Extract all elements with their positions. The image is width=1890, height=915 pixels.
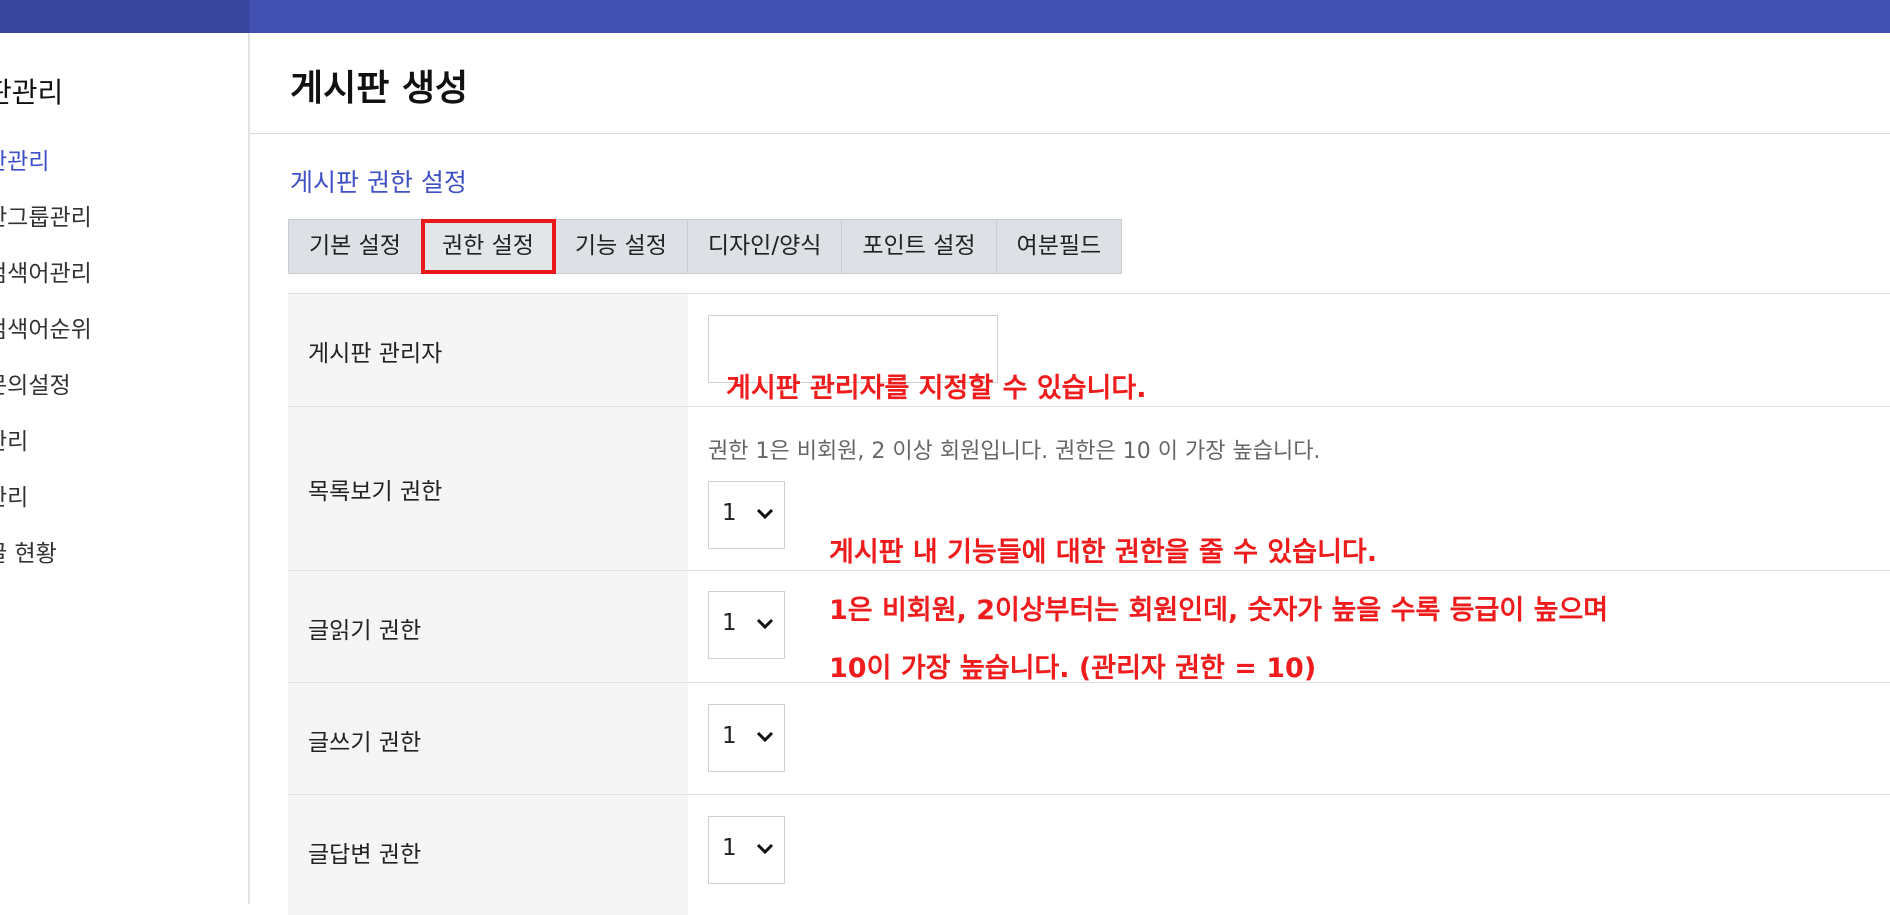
read-permission-select[interactable]: 1 [708,591,785,659]
chevron-down-icon [756,508,774,520]
reply-permission-label: 글답변 권한 [308,842,422,868]
annotation-admin-note: 게시판 관리자를 지정할 수 있습니다. [726,373,1147,404]
tab-permission-settings[interactable]: 권한 설정 [420,219,556,274]
sidebar-item-post-status[interactable]: 글 현황 [0,534,57,568]
settings-tabs: 기본 설정 권한 설정 기능 설정 디자인/양식 포인트 설정 여분필드 [288,219,1123,274]
page-title: 게시판 생성 [290,68,469,109]
tab-basic-settings[interactable]: 기본 설정 [289,220,422,273]
main-content: 게시판 생성 게시판 권한 설정 기본 설정 권한 설정 기능 설정 디자인/양… [250,33,1890,915]
annotation-permission-line-2: 1은 비회원, 2이상부터는 회원인데, 숫자가 높을 수록 등급이 높으며 [829,595,1609,626]
select-value: 1 [722,610,737,636]
chevron-down-icon [756,731,774,743]
row-header: 글읽기 권한 [288,571,688,682]
chevron-down-icon [756,618,774,630]
chevron-down-icon [756,843,774,855]
write-permission-select[interactable]: 1 [708,704,785,772]
sidebar: 판관리 판관리 판그룹관리 검색어관리 검색어순위 문의설정 관리 관리 글 현… [0,33,250,904]
row-header: 글답변 권한 [288,795,688,915]
sidebar-item-management-7[interactable]: 관리 [0,478,28,512]
row-header: 게시판 관리자 [288,294,688,406]
select-value: 1 [722,835,737,861]
annotation-permission-line-1: 게시판 내 기능들에 대한 권한을 줄 수 있습니다. [829,537,1378,568]
sidebar-item-search-term-management[interactable]: 검색어관리 [0,254,92,288]
write-permission-row: 글쓰기 권한 1 [288,682,1890,794]
sidebar-title: 판관리 [0,76,64,109]
list-permission-select[interactable]: 1 [708,481,785,549]
sidebar-item-board-group-management[interactable]: 판그룹관리 [0,198,92,232]
row-header: 목록보기 권한 [288,407,688,570]
reply-permission-select[interactable]: 1 [708,816,785,884]
read-permission-label: 글읽기 권한 [308,618,422,644]
list-permission-label: 목록보기 권한 [308,479,443,505]
tab-design-format[interactable]: 디자인/양식 [688,220,843,273]
tab-extra-fields[interactable]: 여분필드 [997,220,1122,273]
annotation-permission-line-3: 10이 가장 높습니다. (관리자 권한 = 10) [829,653,1317,684]
permission-help-text: 권한 1은 비회원, 2 이상 회원입니다. 권한은 10 이 가장 높습니다. [708,439,1321,464]
tab-feature-settings[interactable]: 기능 설정 [555,220,688,273]
row-header: 글쓰기 권한 [288,683,688,794]
row-body: 1 [688,683,1890,794]
sidebar-item-inquiry-settings[interactable]: 문의설정 [0,366,71,400]
tab-point-settings[interactable]: 포인트 설정 [842,220,997,273]
title-divider [250,133,1890,134]
write-permission-label: 글쓰기 권한 [308,730,422,756]
row-body: 1 [688,795,1890,915]
top-bar [0,0,1890,33]
select-value: 1 [722,500,737,526]
section-title: 게시판 권한 설정 [290,168,467,197]
sidebar-item-board-management[interactable]: 판관리 [0,142,49,176]
sidebar-item-management-6[interactable]: 관리 [0,422,28,456]
reply-permission-row: 글답변 권한 1 [288,794,1890,915]
top-bar-brand-area [0,0,249,33]
sidebar-item-search-term-ranking[interactable]: 검색어순위 [0,310,92,344]
board-admin-label: 게시판 관리자 [308,341,443,367]
select-value: 1 [722,723,737,749]
